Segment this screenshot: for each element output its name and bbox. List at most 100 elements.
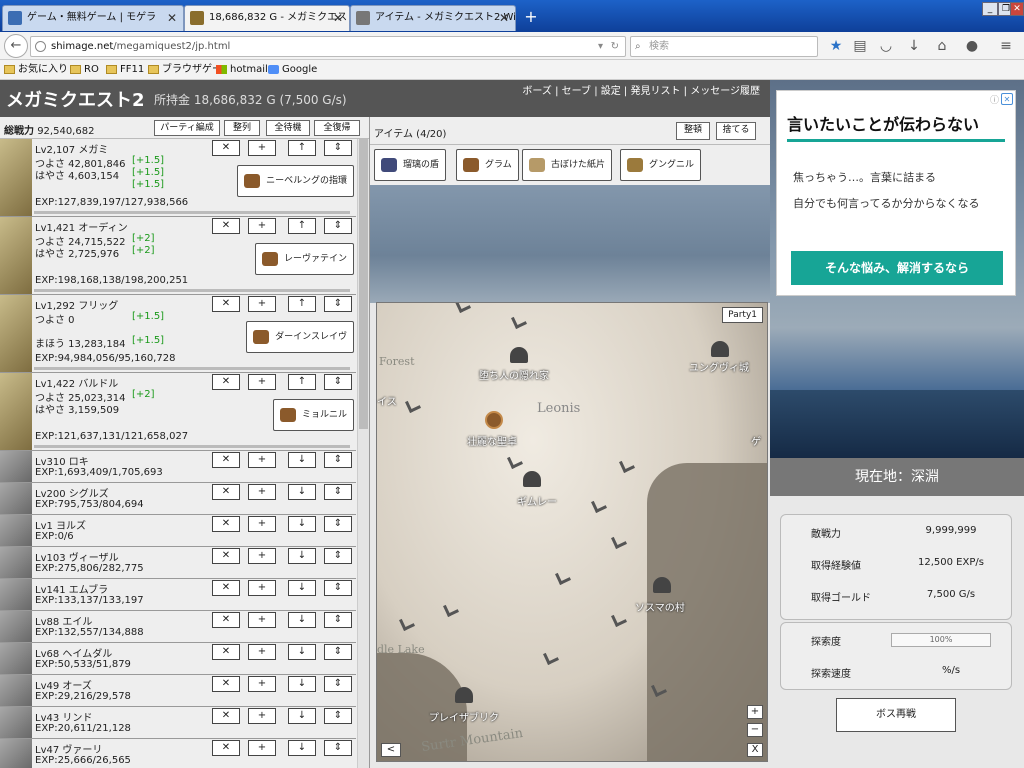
party-member[interactable]: Lv1,421 オーディン つよさ 24,715,522 はやさ 2,725,976… xyxy=(0,217,356,295)
ad-close-icon[interactable]: ✕ xyxy=(1001,93,1013,105)
member-options-button[interactable]: ⇕ xyxy=(324,740,352,756)
boss-rematch-button[interactable]: ボス再戦 xyxy=(836,698,956,732)
town-icon[interactable] xyxy=(510,347,528,363)
map-close-button[interactable]: X xyxy=(747,743,763,757)
scrollbar-thumb[interactable] xyxy=(359,139,368,429)
move-member-button[interactable]: ↓ xyxy=(288,612,316,628)
party-member[interactable]: Lv200 シグルズ EXP:795,753/804,694 ✕ + ↓ ⇕ xyxy=(0,483,356,515)
map-location-partial[interactable]: ゲ xyxy=(751,433,761,448)
minimize-button[interactable]: _ xyxy=(982,2,998,16)
discard-button[interactable]: 捨てる xyxy=(716,122,756,140)
move-member-button[interactable]: ↓ xyxy=(288,484,316,500)
add-member-button[interactable]: + xyxy=(248,708,276,724)
menu-icon[interactable]: ≡ xyxy=(996,36,1016,56)
map-location-altar[interactable]: 壮麗な聖卓 xyxy=(467,433,517,448)
dungeon-marker-icon[interactable] xyxy=(619,457,635,473)
move-member-button[interactable]: ↓ xyxy=(288,516,316,532)
bookmark-google[interactable]: Google xyxy=(268,62,317,78)
party-select-button[interactable]: Party1 xyxy=(722,307,763,323)
party-member[interactable]: Lv141 エムブラ EXP:133,137/133,197 ✕ + ↓ ⇕ xyxy=(0,579,356,611)
add-member-button[interactable]: + xyxy=(248,580,276,596)
move-member-button[interactable]: ↓ xyxy=(288,676,316,692)
dropdown-arrow-icon[interactable]: ▾ xyxy=(598,37,603,56)
dungeon-marker-icon[interactable] xyxy=(555,569,571,585)
zoom-out-button[interactable]: − xyxy=(747,723,763,737)
party-member[interactable]: Lv88 エイル EXP:132,557/134,888 ✕ + ↓ ⇕ xyxy=(0,611,356,643)
dungeon-marker-icon[interactable] xyxy=(511,313,527,329)
search-input[interactable]: ⌕ 検索 xyxy=(630,36,818,57)
party-edit-button[interactable]: パーティ編成 xyxy=(154,120,220,136)
map-location-isu[interactable]: イス xyxy=(377,393,397,408)
dungeon-marker-icon[interactable] xyxy=(405,397,421,413)
remove-member-button[interactable]: ✕ xyxy=(212,676,240,692)
window-close-button[interactable]: ✕ xyxy=(1010,2,1024,16)
add-member-button[interactable]: + xyxy=(248,484,276,500)
party-member[interactable]: Lv1,292 フリッグ つよさ 0 まほう 13,283,184 [+1.5] [+1… xyxy=(0,295,356,373)
add-member-button[interactable]: + xyxy=(248,452,276,468)
member-options-button[interactable]: ⇕ xyxy=(324,548,352,564)
dungeon-marker-icon[interactable] xyxy=(455,303,471,313)
sort-button[interactable]: 整列 xyxy=(224,120,260,136)
member-options-button[interactable]: ⇕ xyxy=(324,516,352,532)
reload-icon[interactable]: ↻ xyxy=(611,37,619,56)
party-member[interactable]: Lv1,422 バルドル つよさ 25,023,314 はやさ 3,159,509[… xyxy=(0,373,356,451)
close-tab-icon[interactable]: ✕ xyxy=(167,6,177,30)
remove-member-button[interactable]: ✕ xyxy=(212,484,240,500)
ad-info-icon[interactable]: ⓘ xyxy=(990,93,999,106)
member-options-button[interactable]: ⇕ xyxy=(324,374,352,390)
party-member[interactable]: Lv47 ヴァーリ EXP:25,666/26,565 ✕ + ↓ ⇕ xyxy=(0,739,356,768)
member-options-button[interactable]: ⇕ xyxy=(324,140,352,156)
remove-member-button[interactable]: ✕ xyxy=(212,708,240,724)
item-gungnir[interactable]: グングニル xyxy=(620,149,702,181)
member-options-button[interactable]: ⇕ xyxy=(324,644,352,660)
party-member[interactable]: Lv2,107 メガミ つよさ 42,801,846 はやさ 4,603,154 [+… xyxy=(0,139,356,217)
current-location-icon[interactable] xyxy=(485,411,503,429)
game-menu[interactable]: ボーズ | セーブ | 設定 | 発見リスト | メッセージ履歴 xyxy=(522,82,760,97)
map-location-hideout[interactable]: 堕ち人の隠れ家 xyxy=(479,367,549,382)
remove-member-button[interactable]: ✕ xyxy=(212,374,240,390)
party-member[interactable]: Lv43 リンド EXP:20,611/21,128 ✕ + ↓ ⇕ xyxy=(0,707,356,739)
dungeon-marker-icon[interactable] xyxy=(611,611,627,627)
map-back-button[interactable]: < xyxy=(381,743,401,757)
new-tab-button[interactable]: + xyxy=(520,6,542,28)
move-member-button[interactable]: ↓ xyxy=(288,740,316,756)
member-options-button[interactable]: ⇕ xyxy=(324,676,352,692)
member-options-button[interactable]: ⇕ xyxy=(324,296,352,312)
remove-member-button[interactable]: ✕ xyxy=(212,580,240,596)
remove-member-button[interactable]: ✕ xyxy=(212,218,240,234)
move-member-button[interactable]: ↓ xyxy=(288,548,316,564)
dungeon-marker-icon[interactable] xyxy=(443,601,459,617)
back-button[interactable]: ← xyxy=(4,34,28,58)
add-member-button[interactable]: + xyxy=(248,218,276,234)
move-member-button[interactable]: ↑ xyxy=(288,374,316,390)
reading-list-icon[interactable]: ▤ xyxy=(850,36,870,56)
tab-megamiquest[interactable]: 18,686,832 G - メガミクエスト2 ✕ xyxy=(184,5,350,31)
remove-member-button[interactable]: ✕ xyxy=(212,516,240,532)
bookmark-hotmail[interactable]: hotmail xyxy=(216,62,268,78)
member-options-button[interactable]: ⇕ xyxy=(324,708,352,724)
town-icon[interactable] xyxy=(455,687,473,703)
ad-cta-button[interactable]: そんな悩み、解消するなら xyxy=(791,251,1003,285)
move-member-button[interactable]: ↑ xyxy=(288,218,316,234)
member-options-button[interactable]: ⇕ xyxy=(324,484,352,500)
move-member-button[interactable]: ↓ xyxy=(288,644,316,660)
member-options-button[interactable]: ⇕ xyxy=(324,580,352,596)
zoom-in-button[interactable]: + xyxy=(747,705,763,719)
add-member-button[interactable]: + xyxy=(248,516,276,532)
close-tab-icon[interactable]: ✕ xyxy=(499,6,509,30)
move-member-button[interactable]: ↓ xyxy=(288,452,316,468)
tab-moguera[interactable]: ゲーム・無料ゲーム | モゲラ ✕ xyxy=(2,5,184,31)
move-member-button[interactable]: ↑ xyxy=(288,140,316,156)
home-icon[interactable]: ⌂ xyxy=(932,36,952,56)
bookmark-star-icon[interactable]: ★ xyxy=(826,36,846,56)
castle-icon[interactable] xyxy=(711,341,729,357)
add-member-button[interactable]: + xyxy=(248,644,276,660)
download-icon[interactable]: ↓ xyxy=(904,36,924,56)
map-location-yngvi-castle[interactable]: ユングヴィ城 xyxy=(689,359,749,374)
map-location-breidablik[interactable]: プレイザブリク xyxy=(429,709,499,724)
chat-icon[interactable]: ● xyxy=(962,36,982,56)
bookmark-favorites[interactable]: お気に入り xyxy=(4,62,68,78)
member-options-button[interactable]: ⇕ xyxy=(324,452,352,468)
village-icon[interactable] xyxy=(653,577,671,593)
remove-member-button[interactable]: ✕ xyxy=(212,612,240,628)
